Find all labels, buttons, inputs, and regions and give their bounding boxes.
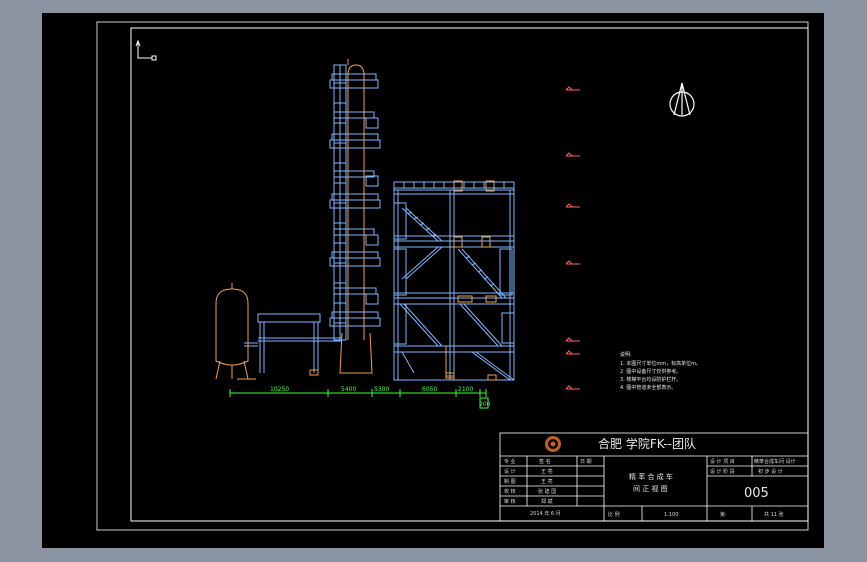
- sheet-outer-border: [96, 21, 809, 531]
- pipe-rack: [244, 313, 342, 373]
- project-label: 设 计 项 目: [710, 458, 735, 465]
- project-label: 设 计 阶 段: [710, 468, 735, 475]
- note-item: 2. 图中设备尺寸仅供参考。: [620, 368, 681, 375]
- distillation-column: [329, 64, 381, 341]
- tb-header-role: 专 业: [504, 458, 516, 465]
- note-item: 4. 图中管道未全部表示。: [620, 384, 676, 391]
- scale-label: 比 例: [608, 511, 620, 518]
- elevation-marks: [565, 86, 580, 390]
- north-arrow-icon: [669, 82, 695, 117]
- ucs-axis-icon: [135, 39, 157, 61]
- note-item: 1. 本图尺寸单位mm，标高单位m。: [620, 360, 701, 367]
- sheet-inner-border: [130, 27, 809, 522]
- tb-role: 校 核: [504, 488, 516, 495]
- school-logo-icon: [545, 436, 561, 452]
- tb-header-name: 签 名: [539, 458, 551, 465]
- ground-markers: [309, 369, 497, 381]
- cad-viewport[interactable]: 10250 5400 5300 6050 2100 200 说明: 1. 本图尺…: [42, 13, 824, 548]
- general-notes: 说明: 1. 本图尺寸单位mm，标高单位m。 2. 图中设备尺寸仅供参考。 3.…: [620, 351, 701, 391]
- tb-header-date: 日 期: [580, 459, 592, 465]
- project-value: 精苯合成车间 设计: [754, 458, 796, 465]
- tb-role-name: 张 建 国: [538, 488, 556, 495]
- cad-drawing: 10250 5400 5300 6050 2100 200 说明: 1. 本图尺…: [96, 21, 809, 531]
- dimension-label: 2100: [458, 386, 473, 393]
- drawing-number: 005: [744, 486, 769, 501]
- drawing-title-line2: 间 正 视 图: [633, 484, 668, 493]
- tb-role-name: 王 亮: [541, 478, 553, 485]
- sheet-total-label: 共 11 张: [764, 511, 784, 518]
- tb-role: 审 核: [504, 498, 516, 505]
- dimension-label: 200: [479, 401, 491, 408]
- drawing-title-line1: 精 苯 合 成 车: [629, 472, 673, 481]
- dimension-label: 10250: [270, 386, 289, 393]
- storage-tank: [215, 283, 256, 380]
- tb-role-name: 郑 斌: [541, 498, 553, 505]
- tb-role: 制 图: [504, 478, 516, 485]
- dimension-label: 6050: [422, 386, 437, 393]
- notes-heading: 说明:: [620, 351, 632, 358]
- dimension-line: [229, 389, 489, 409]
- school-name: 合肥 学院FK--团队: [598, 436, 696, 451]
- tb-role: 设 计: [504, 468, 516, 475]
- dimension-labels: 10250 5400 5300 6050 2100 200: [270, 386, 491, 408]
- project-value: 初 步 设 计: [758, 468, 783, 475]
- note-item: 3. 楼梯平台均设防护栏杆。: [620, 376, 681, 383]
- sheet-number-label: 第: [720, 511, 725, 518]
- scale-value: 1:100: [664, 512, 678, 518]
- tb-date-row: 2014 年 6 月: [530, 510, 561, 517]
- dimension-label: 5400: [341, 386, 356, 393]
- steel-structure: [393, 181, 515, 381]
- dimension-label: 5300: [374, 386, 389, 393]
- tb-role-name: 王 亮: [541, 468, 553, 475]
